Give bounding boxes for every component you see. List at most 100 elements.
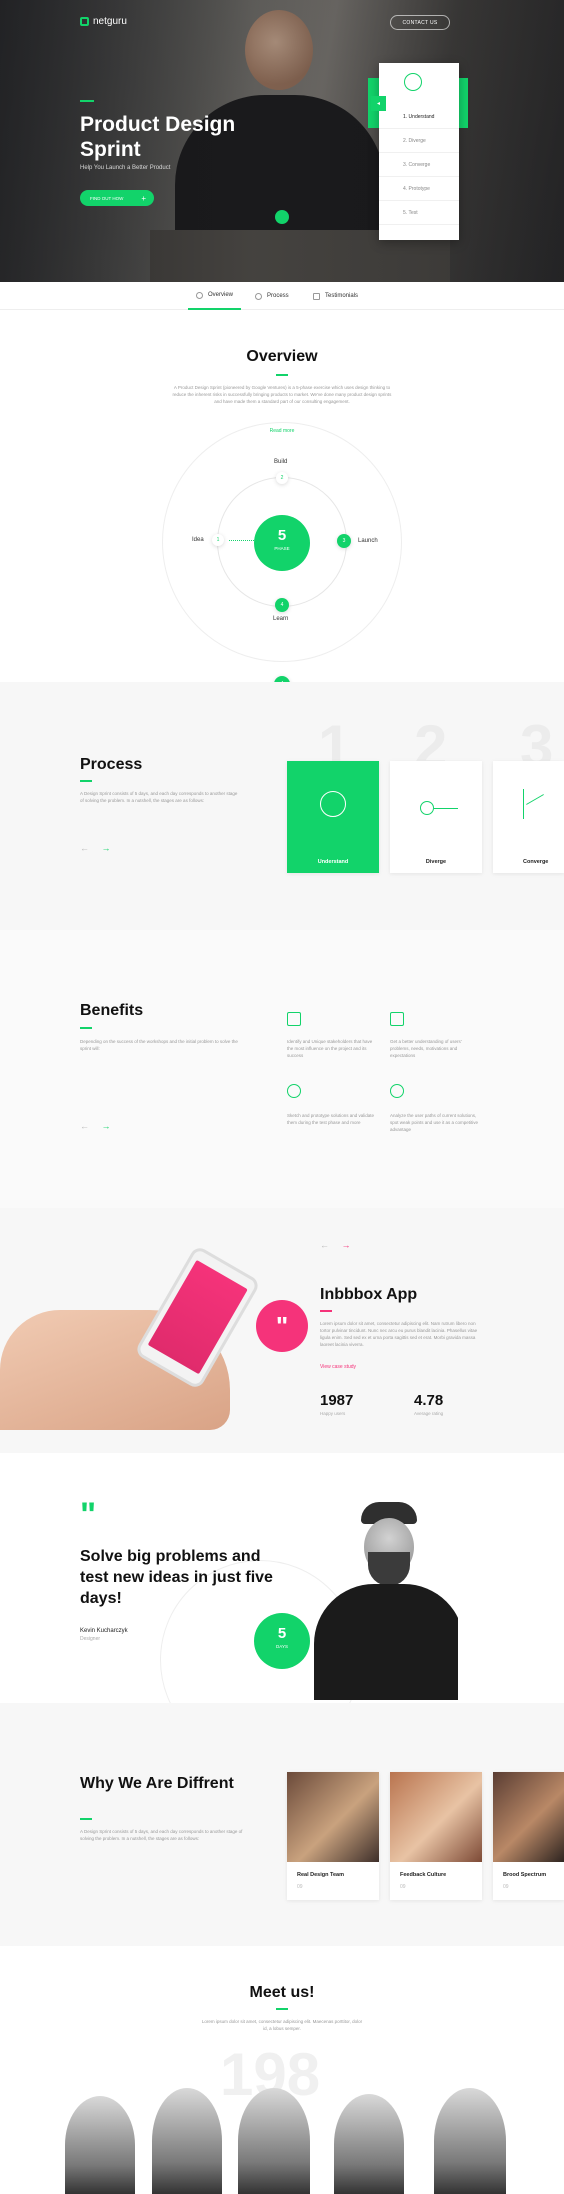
step-diverge[interactable]: 2. Diverge: [379, 129, 459, 153]
app-underline: [320, 1310, 332, 1312]
meet-title: Meet us!: [249, 1984, 315, 2001]
step-understand[interactable]: 1. Understand: [379, 105, 459, 129]
logo-text: netguru: [93, 16, 127, 27]
why-card-design-team[interactable]: Real Design Team 09: [287, 1772, 379, 1900]
testimonial-photo: [306, 1502, 458, 1700]
benefit-text-4: Analyze the user paths of current soluti…: [390, 1113, 479, 1132]
step-prototype[interactable]: 4. Prototype: [379, 177, 459, 201]
team-member-4: [334, 2094, 404, 2194]
tab-process-label: Process: [267, 293, 289, 299]
why-title: Why We Are Diffrent: [80, 1775, 234, 1792]
benefits-title: Benefits: [80, 1002, 144, 1019]
team-photo-1: [287, 1772, 379, 1862]
why-card-meta: 09: [400, 1884, 406, 1890]
tab-testimonials[interactable]: Testimonials: [313, 282, 358, 310]
info-icon: [196, 291, 203, 299]
hero-subtitle: Help You Launch a Better Product: [80, 165, 171, 171]
tab-overview-label: Overview: [208, 292, 234, 298]
arrow-right-icon[interactable]: →: [342, 1240, 351, 1250]
process-card-label: Converge: [523, 859, 549, 865]
benefits-section: [0, 930, 564, 1208]
meet-underline: [276, 2008, 288, 2010]
arrow-left-icon[interactable]: ←: [80, 1121, 89, 1131]
arrow-right-icon[interactable]: →: [102, 843, 111, 853]
stat-users-label: Happy users: [320, 1411, 346, 1416]
process-title: Process: [80, 756, 143, 773]
team-member-5: [434, 2088, 506, 2194]
chat-icon: [313, 292, 320, 300]
why-body: A Design Sprint consists of 5 days, and …: [80, 1829, 243, 1841]
person-body: [314, 1584, 458, 1700]
pie-chart-icon: [390, 1084, 404, 1098]
app-title: Inbbbox App: [320, 1286, 418, 1303]
stat-rating-label: Average rating: [414, 1411, 444, 1416]
overview-underline: [276, 374, 288, 376]
days-badge: 5 DAYS: [254, 1613, 310, 1669]
testimonial-role: Designer: [80, 1636, 101, 1642]
benefit-text-3: Sketch and prototype solutions and valid…: [287, 1113, 375, 1125]
benefits-underline: [80, 1027, 92, 1029]
team-member-3: [238, 2088, 310, 2194]
days-badge-label: DAYS: [276, 1644, 288, 1649]
hand-phone-image: [0, 1244, 300, 1440]
step-converge[interactable]: 3. Converge: [379, 153, 459, 177]
hero-title: Product Design Sprint: [80, 113, 236, 161]
phase-center-number: 5: [277, 527, 287, 544]
tab-testimonials-label: Testimonials: [325, 293, 359, 299]
stat-rating-value: 4.78: [414, 1392, 444, 1409]
team-member-1: [65, 2096, 135, 2194]
benefit-text-2: Get a better understanding of users' pro…: [390, 1039, 462, 1058]
tab-process[interactable]: Process: [255, 282, 289, 310]
process-body: A Design Sprint consists of 5 days, and …: [80, 791, 238, 803]
why-card-spectrum[interactable]: Brood Spectrum 09: [493, 1772, 564, 1900]
testimonial-quote: Solve big problems and test new ideas in…: [80, 1548, 273, 1607]
hero-green-dot: [275, 210, 289, 224]
benefits-pager: ← →: [80, 1121, 111, 1131]
stat-users: 1987 Happy users: [320, 1392, 353, 1416]
clipboard-icon: [287, 1012, 301, 1026]
phase-label-build: Build: [274, 459, 288, 465]
plus-icon: +: [141, 193, 147, 203]
process-card-label: Diverge: [425, 859, 447, 865]
find-out-how-label: FIND OUT HOW: [90, 195, 124, 201]
process-card-understand[interactable]: Understand: [287, 761, 379, 873]
benefit-text-1: Identify and Unique stakeholders that ha…: [287, 1039, 373, 1058]
why-underline: [80, 1818, 92, 1820]
days-badge-number: 5: [277, 1625, 287, 1642]
section-tabs: Overview Process Testimonials: [0, 282, 564, 310]
chevron-left-icon[interactable]: ◂: [371, 96, 386, 111]
logo[interactable]: netguru: [80, 16, 127, 27]
find-out-how-button[interactable]: FIND OUT HOW +: [80, 190, 154, 206]
tab-overview[interactable]: Overview: [188, 282, 242, 310]
arrow-left-icon[interactable]: ←: [320, 1240, 329, 1250]
phase-node-launch[interactable]: 3: [337, 534, 351, 548]
phase-node-idea[interactable]: 1: [212, 534, 224, 546]
phase-center: 5 PHASE: [254, 515, 310, 571]
app-case-study-link[interactable]: View case study: [320, 1364, 356, 1370]
target-icon: [404, 73, 422, 91]
logo-mark-icon: [80, 17, 89, 26]
overview-body: A Product Design Sprint (pioneered by Go…: [172, 385, 392, 404]
contact-us-button[interactable]: CONTACT US: [390, 15, 450, 30]
why-card-feedback[interactable]: Feedback Culture 09: [390, 1772, 482, 1900]
lightbulb-icon: [287, 1084, 301, 1098]
phase-node-learn[interactable]: 4: [275, 598, 289, 612]
meet-body: Lorem ipsum dolor sit amet, consectetur …: [201, 2019, 363, 2031]
stat-users-value: 1987: [320, 1392, 354, 1409]
person-beard: [368, 1552, 410, 1586]
testimonial-author: Kevin Kucharczyk: [80, 1628, 128, 1634]
arrow-left-icon[interactable]: ←: [80, 843, 89, 853]
app-pager: ← →: [320, 1240, 351, 1250]
app-body: Lorem ipsum dolor sit amet, consectetur …: [320, 1321, 478, 1347]
process-card-converge[interactable]: Converge: [493, 761, 564, 873]
overview-title: Overview: [246, 348, 318, 365]
process-card-diverge[interactable]: Diverge: [390, 761, 482, 873]
step-test[interactable]: 5. Test: [379, 201, 459, 225]
phase-node-build[interactable]: 2: [276, 472, 288, 484]
process-underline: [80, 780, 92, 782]
folder-icon: [390, 1012, 404, 1026]
arrow-right-icon[interactable]: →: [102, 1121, 111, 1131]
process-card-label: Understand: [317, 859, 349, 865]
why-card-title: Brood Spectrum: [503, 1872, 547, 1878]
phase-label-idea: Idea: [192, 537, 204, 543]
